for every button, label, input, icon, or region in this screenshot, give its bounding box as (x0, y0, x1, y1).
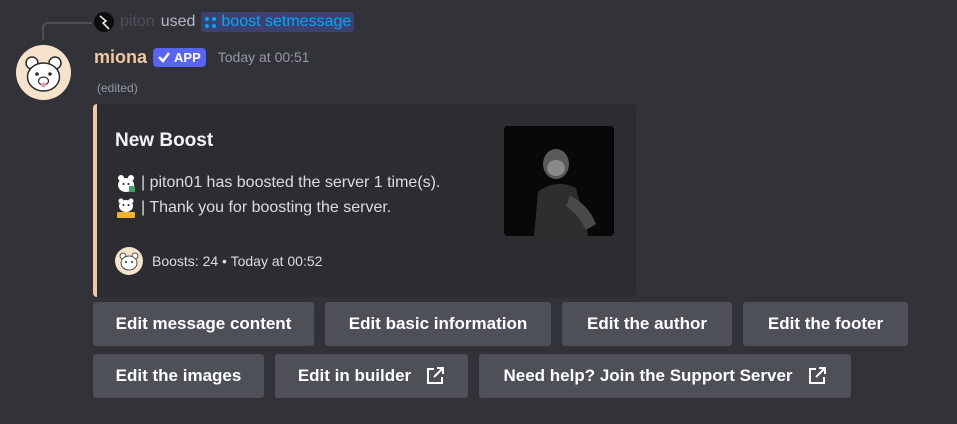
bear-boost-emoji-icon (115, 172, 137, 194)
footer-icon (115, 247, 143, 275)
edit-in-builder-button[interactable]: Edit in builder (275, 354, 468, 398)
slash-command-name: boost setmessage (221, 13, 352, 30)
embed: New Boost | piton01 has boosted the serv… (93, 104, 636, 297)
external-link-icon (807, 366, 827, 386)
button-label: Edit in builder (297, 366, 412, 385)
embed-line: | piton01 has boosted the server 1 time(… (115, 170, 440, 195)
embed-line-text: | piton01 has boosted the server 1 time(… (141, 174, 441, 191)
embed-line-text: | Thank you for boosting the server. (141, 199, 392, 216)
reply-connector (42, 22, 92, 40)
message-header: miona APP Today at 00:51 (94, 44, 310, 70)
reply-used-text: used (160, 13, 196, 30)
edit-basic-information-button[interactable]: Edit basic information (325, 302, 551, 346)
edit-author-button[interactable]: Edit the author (562, 302, 732, 346)
reply-avatar[interactable] (94, 12, 114, 32)
button-label: Edit basic information (348, 314, 528, 333)
button-label: Edit the images (115, 366, 242, 385)
avatar[interactable] (16, 45, 71, 100)
embed-footer: Boosts: 24 • Today at 00:52 (115, 247, 322, 275)
checkmark-icon (158, 52, 170, 63)
app-badge: APP (153, 47, 206, 67)
edit-message-content-button[interactable]: Edit message content (93, 302, 314, 346)
author-name[interactable]: miona (94, 47, 147, 68)
support-server-button[interactable]: Need help? Join the Support Server (479, 354, 851, 398)
message-timestamp[interactable]: Today at 00:51 (218, 49, 310, 65)
external-link-icon (425, 366, 445, 386)
edit-images-button[interactable]: Edit the images (93, 354, 264, 398)
slash-command-mention[interactable]: boost setmessage (201, 12, 355, 32)
reply-username[interactable]: piton (120, 13, 155, 31)
embed-description: | piton01 has boosted the server 1 time(… (115, 170, 440, 220)
footer-text: Boosts: 24 • Today at 00:52 (152, 253, 323, 269)
button-label: Edit the author (587, 314, 707, 333)
bear-thx-emoji-icon (115, 197, 137, 219)
edit-footer-button[interactable]: Edit the footer (743, 302, 908, 346)
embed-thumbnail[interactable] (504, 126, 614, 236)
reply-context: piton used boost setmessage (94, 11, 355, 33)
button-label: Need help? Join the Support Server (503, 366, 793, 385)
button-label: Edit message content (115, 314, 292, 333)
embed-line: | Thank you for boosting the server. (115, 195, 440, 220)
embed-title: New Boost (115, 130, 214, 151)
app-badge-label: APP (174, 49, 201, 65)
edited-label: (edited) (97, 81, 138, 95)
command-icon (205, 16, 217, 28)
button-label: Edit the footer (767, 314, 884, 333)
